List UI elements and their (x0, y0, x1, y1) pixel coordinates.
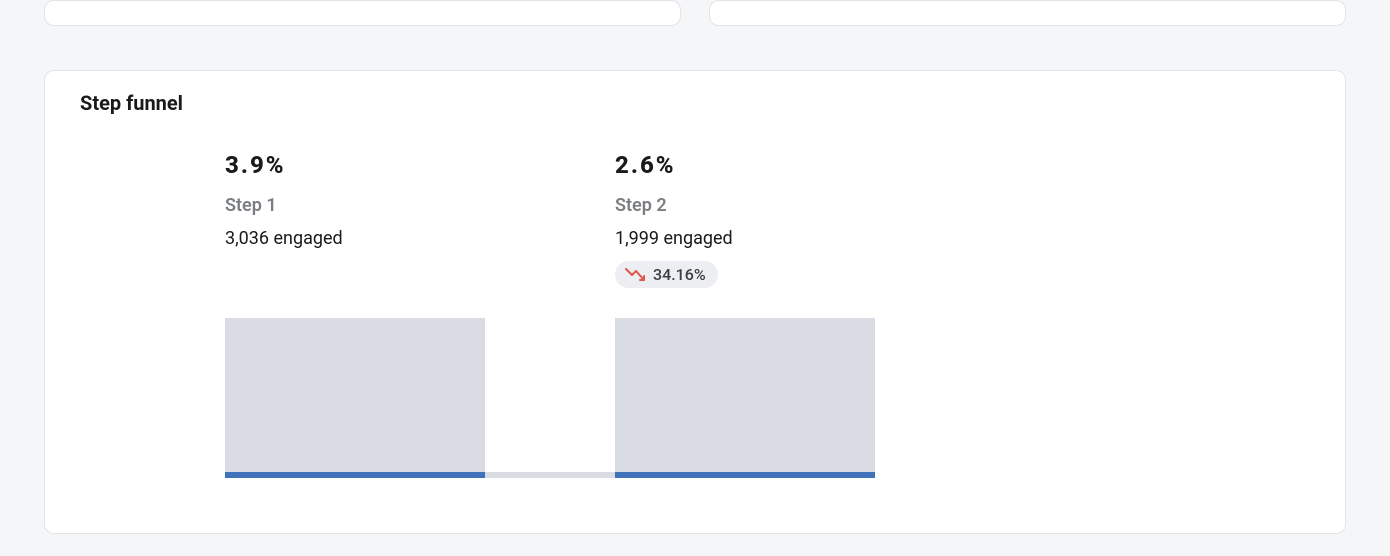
summary-card-right (709, 0, 1346, 26)
dropoff-pill: 34.16% (615, 261, 718, 288)
bar-body (615, 318, 875, 472)
summary-card-left (44, 0, 681, 26)
step-label: Step 2 (615, 195, 1005, 216)
funnel-step-1: 3.9% Step 1 3,036 engaged (225, 151, 615, 288)
dropoff-value: 34.16% (653, 265, 706, 284)
funnel-step-2: 2.6% Step 2 1,999 engaged 34.16% (615, 151, 1005, 288)
funnel-bars (45, 318, 1345, 478)
funnel-bar-2 (615, 318, 875, 478)
connector-base (485, 472, 615, 478)
step-engaged: 1,999 engaged (615, 228, 1005, 249)
bar-body (225, 318, 485, 472)
step-label: Step 1 (225, 195, 615, 216)
step-percent: 2.6% (615, 151, 1005, 179)
funnel-steps: 3.9% Step 1 3,036 engaged 2.6% Step 2 1,… (45, 115, 1345, 288)
funnel-bar-connector (485, 318, 615, 478)
trend-down-icon (625, 267, 647, 283)
step-funnel-panel: Step funnel 3.9% Step 1 3,036 engaged 2.… (44, 70, 1346, 534)
bar-base (225, 472, 485, 478)
bar-base (615, 472, 875, 478)
step-percent: 3.9% (225, 151, 615, 179)
section-title: Step funnel (45, 71, 1345, 115)
step-engaged: 3,036 engaged (225, 228, 615, 249)
funnel-bar-1 (225, 318, 485, 478)
